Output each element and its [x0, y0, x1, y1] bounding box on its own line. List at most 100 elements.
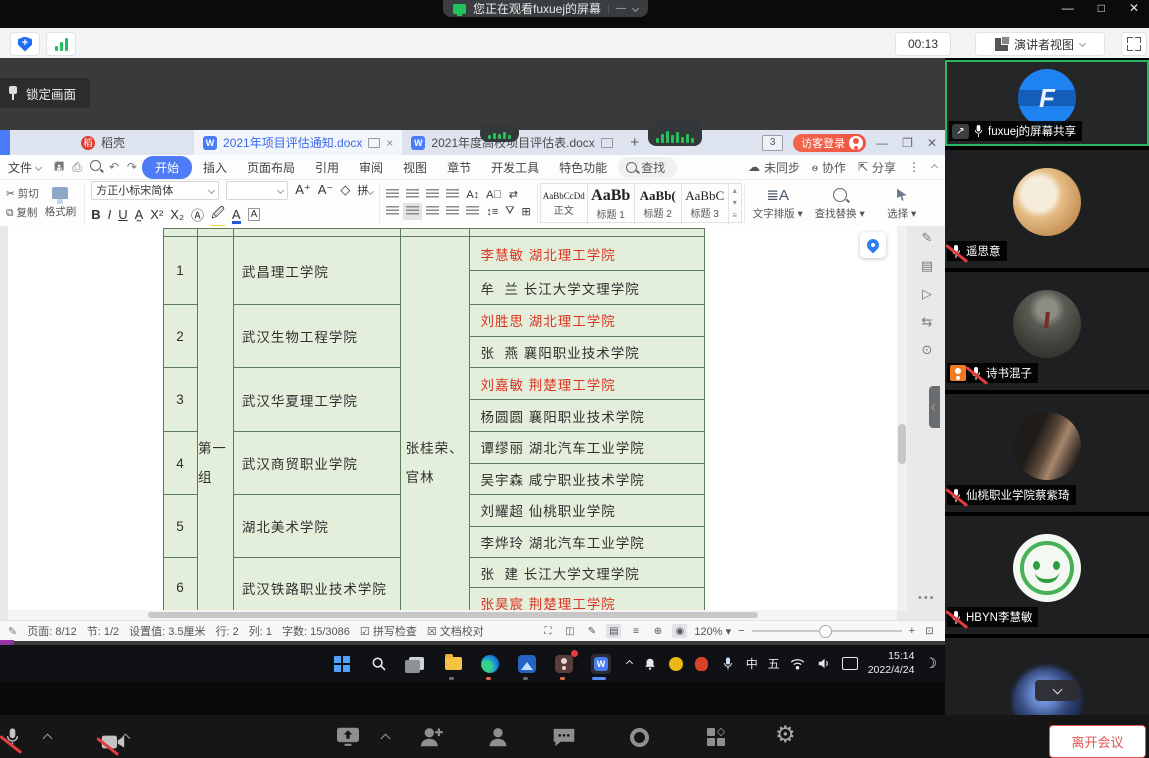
zoom-out-button[interactable]: −: [738, 625, 744, 637]
page-view-icon[interactable]: ▤: [606, 624, 621, 638]
char-effect-button[interactable]: Ⓐ: [191, 205, 204, 224]
italic-button[interactable]: I: [108, 207, 112, 222]
menu-item-home[interactable]: 开始: [142, 156, 192, 179]
number-list-button[interactable]: [406, 189, 419, 200]
style-normal[interactable]: AaBbCcDd 正文: [541, 184, 588, 224]
tab-close-icon[interactable]: ×: [386, 136, 393, 150]
clear-format-button[interactable]: ◇: [340, 182, 350, 198]
increase-font-button[interactable]: A⁺: [295, 182, 311, 198]
tray-mascot-icon[interactable]: [694, 656, 710, 672]
font-color-button[interactable]: A: [232, 207, 241, 222]
eye-protect-icon[interactable]: ◉: [672, 624, 687, 638]
horizontal-scrollbar[interactable]: [8, 610, 897, 620]
tray-coin-icon[interactable]: [668, 656, 684, 672]
tab-doc1[interactable]: W 2021年项目评估通知.docx ×: [194, 130, 402, 155]
shading-button[interactable]: ⛛: [505, 205, 514, 218]
pinyin-tool-button[interactable]: 拼: [357, 182, 373, 198]
zoom-slider-knob[interactable]: [819, 625, 832, 638]
pen-tablet-icon[interactable]: [842, 656, 858, 672]
mic-muted-button[interactable]: [4, 735, 25, 752]
bullet-list-button[interactable]: [386, 189, 399, 200]
lock-view-button[interactable]: 锁定画面: [0, 78, 90, 108]
menu-item-review[interactable]: 审阅: [350, 157, 392, 178]
leave-meeting-button[interactable]: 离开会议: [1049, 725, 1146, 758]
more-menu-icon[interactable]: ⋮: [908, 160, 920, 174]
close-button[interactable]: ✕: [1129, 1, 1139, 15]
font-size-select[interactable]: [226, 181, 288, 200]
increase-indent-button[interactable]: [446, 189, 459, 200]
tray-overflow-icon[interactable]: [626, 660, 633, 667]
menu-item-section[interactable]: 章节: [438, 157, 480, 178]
tab-pin-icon[interactable]: [368, 138, 380, 148]
highlight-color-button[interactable]: 🖉: [211, 204, 225, 226]
view-mode-button[interactable]: 演讲者视图: [975, 32, 1105, 56]
search-icon[interactable]: [367, 652, 391, 676]
preview-icon[interactable]: [90, 160, 101, 174]
zoom-in-button[interactable]: +: [909, 625, 915, 637]
fullscreen-button[interactable]: [1121, 32, 1147, 56]
guest-login-button[interactable]: 访客登录: [793, 134, 866, 152]
decrease-indent-button[interactable]: [426, 189, 439, 200]
wps-minimize-button[interactable]: —: [876, 136, 888, 150]
outline-view-icon[interactable]: ≡: [628, 624, 643, 638]
subscript-button[interactable]: X₂: [170, 207, 184, 222]
collapse-ribbon-icon[interactable]: [931, 163, 938, 170]
undo-icon[interactable]: ↶: [109, 160, 119, 174]
participant-tile[interactable]: 遥思意: [945, 150, 1149, 268]
bold-button[interactable]: B: [91, 207, 100, 222]
banner-collapse-button[interactable]: —: [616, 3, 626, 14]
edit-pen-icon[interactable]: ✎: [922, 230, 933, 246]
more-tools-icon[interactable]: •••: [918, 592, 936, 604]
zoom-slider[interactable]: [752, 630, 902, 632]
minimize-button[interactable]: —: [1062, 1, 1074, 15]
find-replace-button[interactable]: 查找替换 ▾: [809, 180, 871, 226]
notification-bell-icon[interactable]: [642, 656, 658, 672]
wifi-icon[interactable]: [790, 656, 806, 672]
menu-item-special[interactable]: 特色功能: [550, 157, 616, 178]
text-direction-button[interactable]: A↕: [466, 189, 479, 201]
chevron-down-icon[interactable]: [632, 5, 639, 12]
find-button[interactable]: 查找: [618, 157, 677, 178]
text-layout-button[interactable]: ≣A 文字排版 ▾: [747, 180, 809, 226]
menu-item-insert[interactable]: 插入: [194, 157, 236, 178]
swap-icon[interactable]: ⇆: [922, 314, 933, 330]
file-explorer-icon[interactable]: [441, 652, 465, 676]
wrap-button[interactable]: ⇄: [509, 188, 518, 201]
tab-docer[interactable]: 稻 稻壳: [72, 130, 134, 155]
task-view-icon[interactable]: [404, 652, 428, 676]
doc-locate-button[interactable]: [860, 232, 886, 258]
font-name-select[interactable]: 方正小标宋简体: [91, 181, 219, 200]
wps-app-icon[interactable]: W: [589, 652, 613, 676]
cut-button[interactable]: ✂ 剪切: [6, 186, 39, 201]
clipboard-icon[interactable]: ▤: [921, 258, 933, 274]
scrollbar-thumb[interactable]: [148, 612, 758, 618]
superscript-button[interactable]: X²: [150, 207, 163, 222]
mic-options-chevron[interactable]: [43, 734, 53, 744]
chat-button[interactable]: [552, 727, 576, 753]
share-screen-button[interactable]: [336, 726, 360, 753]
justify-button[interactable]: [446, 206, 459, 217]
read-view-icon[interactable]: ◫: [562, 624, 577, 638]
settings-gear-icon[interactable]: ⚙: [775, 721, 796, 748]
participant-tile-sharer[interactable]: F fuxuej的屏幕共享: [945, 60, 1149, 146]
vertical-scrollbar[interactable]: [897, 226, 907, 610]
copy-button[interactable]: ⧉ 复制: [6, 205, 39, 220]
styles-scroll-arrows[interactable]: ▴▾≡: [729, 184, 741, 222]
web-view-icon[interactable]: ⊕: [650, 624, 665, 638]
help-icon[interactable]: ⊙: [922, 342, 933, 358]
watching-banner[interactable]: 您正在观看fuxuej的屏幕 —: [443, 0, 648, 17]
fullscreen-view-icon[interactable]: ⛶: [540, 624, 555, 638]
start-button[interactable]: [330, 652, 354, 676]
tab-pin-icon[interactable]: [601, 138, 613, 148]
save-icon[interactable]: 🖪: [54, 157, 64, 178]
style-heading1[interactable]: AaBb 标题 1: [588, 184, 635, 224]
wps-home-button[interactable]: [0, 130, 10, 155]
menu-item-developer[interactable]: 开发工具: [482, 157, 548, 178]
spellcheck-toggle[interactable]: ☑ 拼写检查: [360, 623, 417, 639]
tool-pen-icon[interactable]: ✎: [8, 625, 17, 638]
align-center-button[interactable]: [406, 206, 419, 217]
menu-item-view[interactable]: 视图: [394, 157, 436, 178]
zoom-value[interactable]: 120% ▾: [694, 625, 731, 638]
menu-file[interactable]: 文件: [8, 159, 41, 176]
ime-layout-indicator[interactable]: 五: [768, 655, 780, 672]
